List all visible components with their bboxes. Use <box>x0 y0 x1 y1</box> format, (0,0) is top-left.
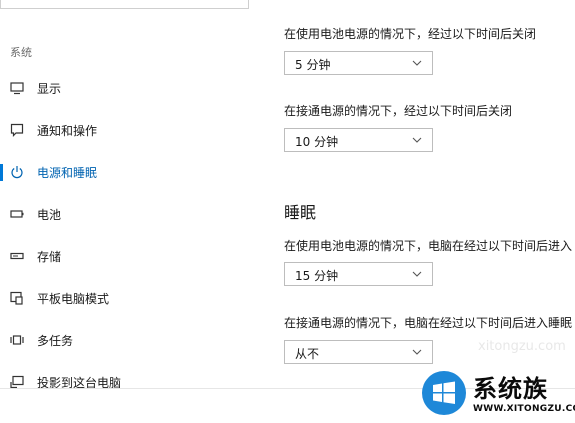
sleep-battery-dropdown[interactable]: 15 分钟 <box>284 262 433 286</box>
watermark-brand: 系统族 <box>473 375 548 403</box>
dropdown-value: 10 分钟 <box>295 135 339 149</box>
sidebar-item-storage[interactable]: 存储 <box>0 242 260 270</box>
sidebar-item-tablet-mode[interactable]: 平板电脑模式 <box>0 284 260 312</box>
section-title: 系统 <box>10 46 32 59</box>
chevron-down-icon <box>412 60 422 66</box>
sidebar-item-label: 通知和操作 <box>37 124 98 138</box>
sleep-battery-label: 在使用电池电源的情况下，电脑在经过以下时间后进入 <box>284 239 573 253</box>
search-box[interactable] <box>0 0 249 9</box>
dropdown-value: 从不 <box>295 347 320 361</box>
watermark-faint-text: xitongzu.com <box>478 339 566 354</box>
sidebar-item-battery[interactable]: 电池 <box>0 200 260 228</box>
sleep-plugged-label: 在接通电源的情况下，电脑在经过以下时间后进入睡眠 <box>284 316 573 330</box>
sleep-plugged-dropdown[interactable]: 从不 <box>284 340 433 364</box>
chevron-down-icon <box>412 137 422 143</box>
screen-battery-label: 在使用电池电源的情况下，经过以下时间后关闭 <box>284 27 537 41</box>
multitasking-icon <box>10 335 24 345</box>
sidebar-item-label: 显示 <box>37 82 62 96</box>
screen-plugged-label: 在接通电源的情况下，经过以下时间后关闭 <box>284 104 513 118</box>
sidebar-item-display[interactable]: 显示 <box>0 74 260 102</box>
sleep-heading: 睡眠 <box>284 203 317 222</box>
battery-icon <box>10 210 24 218</box>
sidebar-item-label: 电池 <box>37 208 62 222</box>
sidebar-item-label: 电源和睡眠 <box>37 166 98 180</box>
chevron-down-icon <box>412 349 422 355</box>
sidebar-item-label: 存储 <box>37 250 62 264</box>
sidebar-item-label: 平板电脑模式 <box>37 292 110 306</box>
sidebar-item-label: 多任务 <box>37 334 74 348</box>
tablet-mode-icon <box>10 291 23 305</box>
monitor-icon <box>10 82 24 95</box>
power-icon <box>11 166 23 179</box>
sidebar-item-project[interactable]: 投影到这台电脑 <box>0 368 260 396</box>
notification-icon <box>10 123 24 137</box>
windows-logo-icon <box>422 371 466 415</box>
sidebar-item-power-sleep[interactable]: 电源和睡眠 <box>0 158 260 186</box>
dropdown-value: 15 分钟 <box>295 269 339 283</box>
sidebar-item-notifications[interactable]: 通知和操作 <box>0 116 260 144</box>
screen-plugged-dropdown[interactable]: 10 分钟 <box>284 128 433 152</box>
watermark-logo: 系统族 WWW.XITONGZU.COM <box>419 367 575 423</box>
chevron-down-icon <box>412 271 422 277</box>
sidebar-item-multitasking[interactable]: 多任务 <box>0 326 260 354</box>
dropdown-value: 5 分钟 <box>295 58 331 72</box>
storage-icon <box>10 252 24 260</box>
project-icon <box>10 375 24 389</box>
watermark-site: WWW.XITONGZU.COM <box>473 404 575 414</box>
screen-battery-dropdown[interactable]: 5 分钟 <box>284 51 433 75</box>
